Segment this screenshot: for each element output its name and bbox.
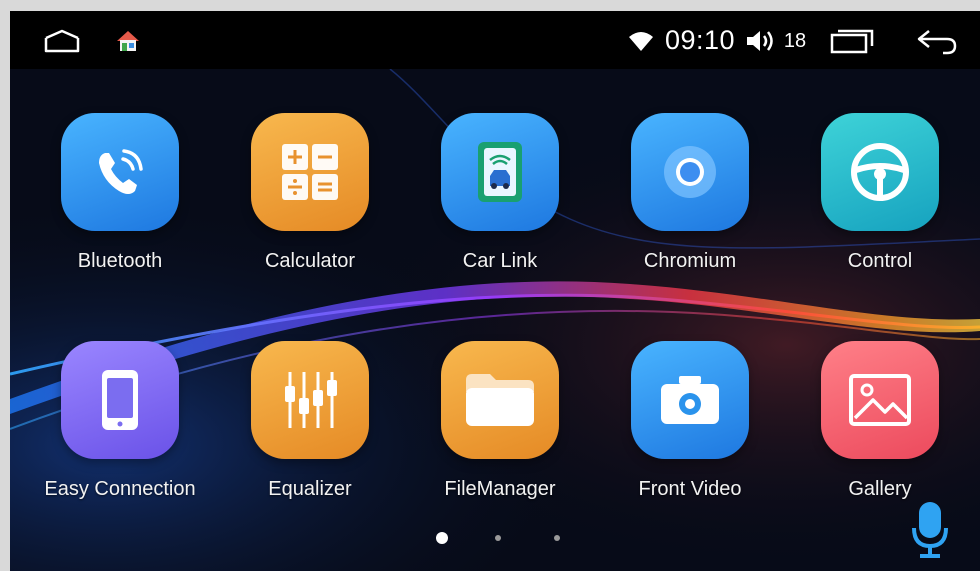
page-dot[interactable] bbox=[554, 535, 560, 541]
app-label: Equalizer bbox=[268, 478, 352, 500]
app-car-link[interactable]: Car Link bbox=[410, 113, 590, 303]
page-dot[interactable] bbox=[495, 535, 501, 541]
chromium-icon bbox=[631, 113, 749, 231]
page-dot-active[interactable] bbox=[436, 532, 448, 544]
app-calculator[interactable]: Calculator bbox=[220, 113, 400, 303]
microphone-icon bbox=[912, 502, 948, 558]
head-unit-screen: 09:10 18 Bluetooth Calculator Car Link C… bbox=[10, 11, 980, 571]
app-label: Control bbox=[847, 250, 913, 272]
folder-icon bbox=[441, 341, 559, 459]
car-link-icon bbox=[441, 113, 559, 231]
app-label: FileManager bbox=[444, 478, 556, 500]
wifi-icon bbox=[628, 29, 654, 53]
app-label: Easy Connection bbox=[44, 478, 196, 500]
home-outline-icon[interactable] bbox=[42, 25, 82, 57]
camera-icon bbox=[631, 341, 749, 459]
back-arrow-icon[interactable] bbox=[912, 25, 962, 57]
app-label: Car Link bbox=[462, 250, 538, 272]
calculator-icon bbox=[251, 113, 369, 231]
app-label: Chromium bbox=[643, 250, 737, 272]
phone-device-icon bbox=[61, 341, 179, 459]
equalizer-icon bbox=[251, 341, 369, 459]
gallery-icon bbox=[821, 341, 939, 459]
app-label: Bluetooth bbox=[77, 250, 163, 272]
app-control[interactable]: Control bbox=[790, 113, 970, 303]
app-equalizer[interactable]: Equalizer bbox=[220, 341, 400, 531]
page-indicator bbox=[430, 530, 580, 546]
status-bar: 09:10 18 bbox=[10, 11, 980, 69]
voice-assistant-button[interactable] bbox=[880, 489, 980, 571]
house-color-icon[interactable] bbox=[114, 27, 142, 55]
app-chromium[interactable]: Chromium bbox=[600, 113, 780, 303]
app-label: Calculator bbox=[264, 250, 356, 272]
volume-level: 18 bbox=[783, 29, 807, 52]
clock: 09:10 bbox=[664, 24, 736, 55]
app-front-video[interactable]: Front Video bbox=[600, 341, 780, 531]
steering-wheel-icon bbox=[821, 113, 939, 231]
bluetooth-phone-icon bbox=[61, 113, 179, 231]
app-easy-connection[interactable]: Easy Connection bbox=[30, 341, 210, 531]
app-label: Front Video bbox=[638, 478, 742, 500]
app-bluetooth[interactable]: Bluetooth bbox=[30, 113, 210, 303]
recent-apps-icon[interactable] bbox=[828, 25, 878, 57]
volume-icon[interactable] bbox=[744, 27, 778, 55]
app-filemanager[interactable]: FileManager bbox=[410, 341, 590, 531]
